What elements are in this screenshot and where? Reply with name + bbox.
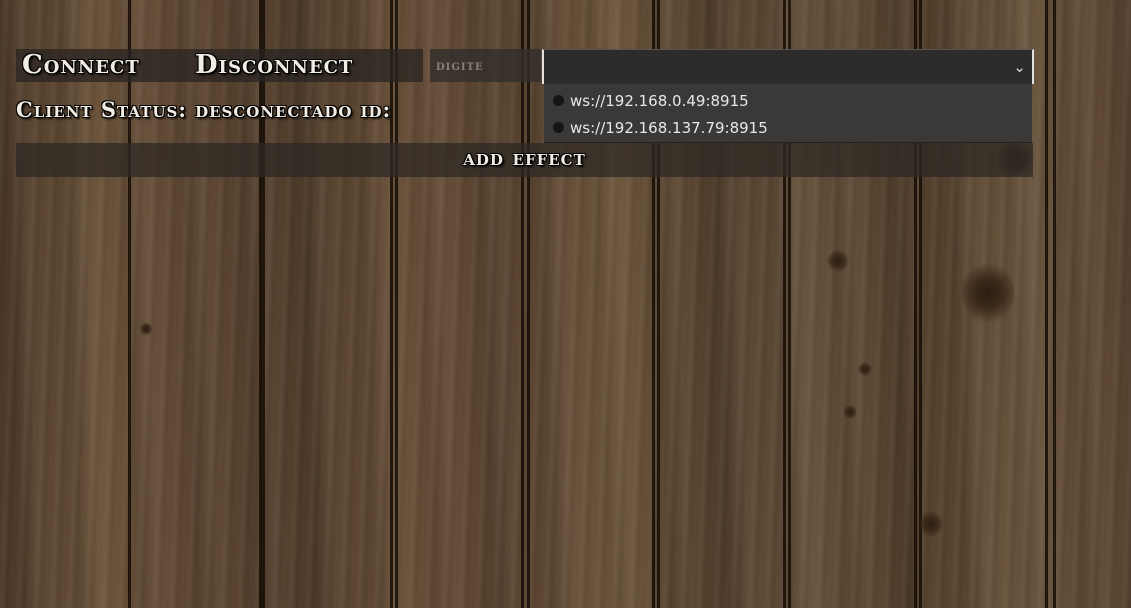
dropdown-option-label: ws://192.168.137.79:8915: [570, 118, 768, 137]
wood-knot: [962, 262, 1014, 324]
status-id-label: id:: [360, 97, 392, 122]
plank-seam: [262, 0, 265, 608]
server-dropdown-list: ws://192.168.0.49:8915 ws://192.168.137.…: [544, 84, 1032, 143]
wood-knot: [858, 362, 872, 376]
dropdown-option[interactable]: ws://192.168.137.79:8915: [544, 114, 1032, 141]
status-value: desconectado: [195, 97, 353, 122]
option-dot-icon: [553, 95, 564, 106]
chevron-down-icon: ⌄: [1013, 58, 1026, 76]
plank-seam: [395, 0, 398, 608]
wood-knot: [843, 405, 857, 419]
wood-knot: [920, 510, 942, 538]
dropdown-option[interactable]: ws://192.168.0.49:8915: [544, 87, 1032, 114]
add-effect-button[interactable]: add effect: [16, 143, 1033, 177]
server-select[interactable]: ⌄: [542, 49, 1034, 84]
plank-seam: [527, 0, 530, 608]
disconnect-button[interactable]: Disconnect: [189, 49, 423, 82]
connection-toolbar: Connect Disconnect: [16, 49, 423, 82]
wood-knot: [827, 250, 849, 272]
status-label: Client Status:: [16, 97, 188, 122]
option-dot-icon: [553, 122, 564, 133]
dropdown-option-label: ws://192.168.0.49:8915: [570, 91, 749, 110]
connect-button[interactable]: Connect: [16, 49, 189, 82]
server-input[interactable]: digite: [430, 49, 541, 82]
server-input-placeholder: digite: [436, 57, 484, 74]
plank-seam: [1053, 0, 1056, 608]
wood-knot: [140, 322, 152, 336]
client-status: Client Status: desconectado id:: [16, 97, 391, 123]
